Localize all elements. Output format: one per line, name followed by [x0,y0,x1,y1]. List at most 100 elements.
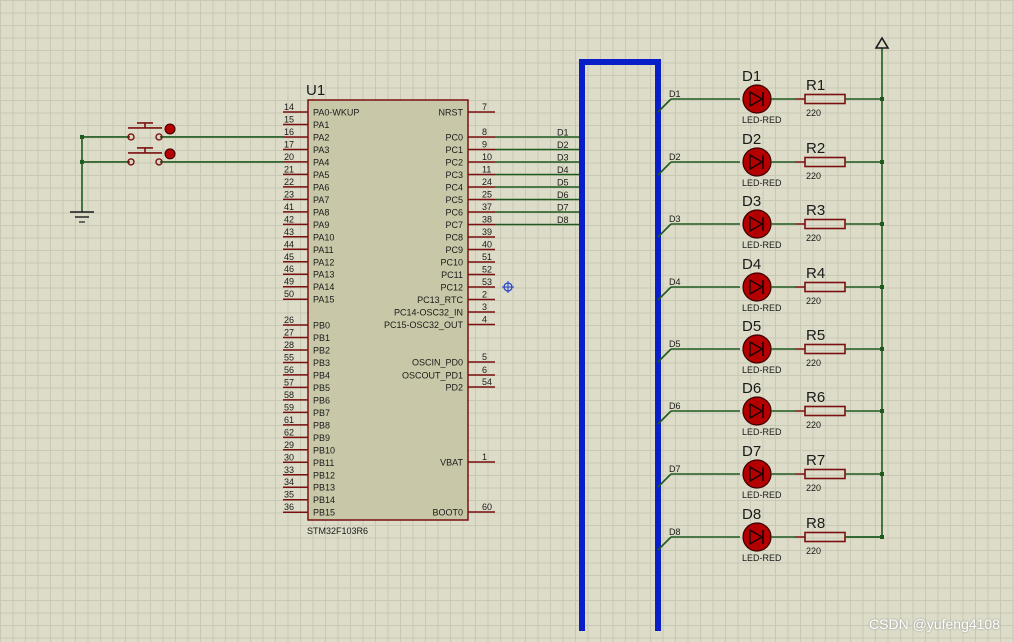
led-type: LED-RED [742,427,782,437]
chip-pin-number: 17 [284,139,294,149]
led-ref: D4 [742,256,761,273]
chip-pin-name: PB10 [313,445,335,455]
junction-dot [80,159,84,164]
chip-pin-name: PA7 [313,195,329,205]
chip-pin-name: PA8 [313,207,329,217]
chip-pin-number: 58 [284,390,294,400]
led-red-icon [742,209,772,239]
resistor-body [804,531,846,543]
chip-pin-number: 36 [284,502,294,512]
led-red-icon [742,272,772,302]
chip-pin-name: PC7 [445,220,463,230]
chip-pin-number: 60 [482,502,492,512]
chip-pin-number: 16 [284,127,294,137]
chip-pin-number: 62 [284,427,294,437]
chip-pin-number: 9 [482,140,487,150]
led-type: LED-RED [742,365,782,375]
chip-pin-number: 15 [284,114,294,124]
chip-pin-name: PC9 [445,245,463,255]
schematic-drawing: U1STM32F103R614PA0-WKUP15PA116PA217PA320… [70,36,890,631]
chip-pin-number: 54 [482,377,492,387]
chip-pin-number: 14 [284,102,294,112]
net-label: D5 [669,339,681,349]
chip-pin-number: 50 [284,289,294,299]
chip-pin-number: 3 [482,302,487,312]
chip-pin-number: 30 [284,452,294,462]
chip-pin-number: 45 [284,252,294,262]
chip-pin-number: 6 [482,365,487,375]
led-ref: D2 [742,131,761,148]
chip-pin-number: 49 [284,277,294,287]
chip-pin-name: PC3 [445,170,463,180]
chip-pin-number: 61 [284,415,294,425]
chip-pin-name: PA12 [313,257,334,267]
chip-pin-number: 21 [284,164,294,174]
chip-pin-name: PA11 [313,245,334,255]
chip-pin-number: 10 [482,152,492,162]
resistor-ref: R2 [806,140,825,157]
chip-pin-name: PB12 [313,470,335,480]
net-label: D7 [669,464,681,474]
resistor-body [804,343,846,355]
chip-pin-number: 40 [482,240,492,250]
chip-pin-number: 39 [482,227,492,237]
resistor-value: 220 [806,171,821,181]
chip-pin-number: 4 [482,315,487,325]
chip-pin-name: PD2 [445,383,463,393]
chip-pin-name: PA14 [313,282,334,292]
led-type: LED-RED [742,490,782,500]
signal-bus [579,59,661,631]
net-label: D6 [669,401,681,411]
led-red-icon [742,396,772,426]
button-indicator-icon [164,148,176,160]
chip-pin-number: 33 [284,465,294,475]
chip-pin-name: PB4 [313,370,330,380]
chip-pin-name: OSCOUT_PD1 [402,371,463,381]
chip-pin-number: 42 [284,214,294,224]
net-label: D4 [669,277,681,287]
chip-pin-name: PC15-OSC32_OUT [384,320,464,330]
chip-pin-name: PB8 [313,420,330,430]
chip-pin-name: OSCIN_PD0 [412,358,463,368]
chip-pin-name: PB15 [313,508,335,518]
resistor-value: 220 [806,108,821,118]
chip-pin-number: 57 [284,377,294,387]
chip-pin-number: 53 [482,277,492,287]
resistor-value: 220 [806,296,821,306]
chip-pin-number: 7 [482,102,487,112]
chip-pin-number: 52 [482,265,492,275]
led-ref: D1 [742,68,761,85]
led-type: LED-RED [742,303,782,313]
chip-pin-name: PB6 [313,395,330,405]
chip-pin-name: PA10 [313,232,334,242]
net-label: D3 [669,214,681,224]
resistor-ref: R1 [806,77,825,94]
led-ref: D5 [742,318,761,335]
resistor-ref: R4 [806,265,825,282]
chip-pin-name: PB3 [313,358,330,368]
led-red-icon [742,147,772,177]
chip-pin-name: PA1 [313,120,329,130]
chip-pin-name: PC12 [440,283,463,293]
led-ref: D3 [742,193,761,210]
chip-pin-name: PB2 [313,345,330,355]
net-label: D7 [557,203,569,213]
resistor-ref: R8 [806,515,825,532]
power-terminal-icon [874,36,890,49]
button-indicator-icon [164,123,176,135]
chip-pin-name: PC8 [445,233,463,243]
net-label: D5 [557,178,569,188]
net-label: D1 [669,89,681,99]
chip-pin-number: 8 [482,127,487,137]
chip-pin-number: 26 [284,315,294,325]
led-red-icon [742,459,772,489]
chip-pin-name: PC14-OSC32_IN [394,308,463,318]
chip-pin-number: 51 [482,252,492,262]
chip-pin-number: 1 [482,452,487,462]
net-label: D3 [557,153,569,163]
chip-pin-number: 46 [284,264,294,274]
net-label: D6 [557,190,569,200]
chip-pin-name: VBAT [440,458,463,468]
chip-pin-number: 24 [482,177,492,187]
chip-pin-name: PA4 [313,157,329,167]
